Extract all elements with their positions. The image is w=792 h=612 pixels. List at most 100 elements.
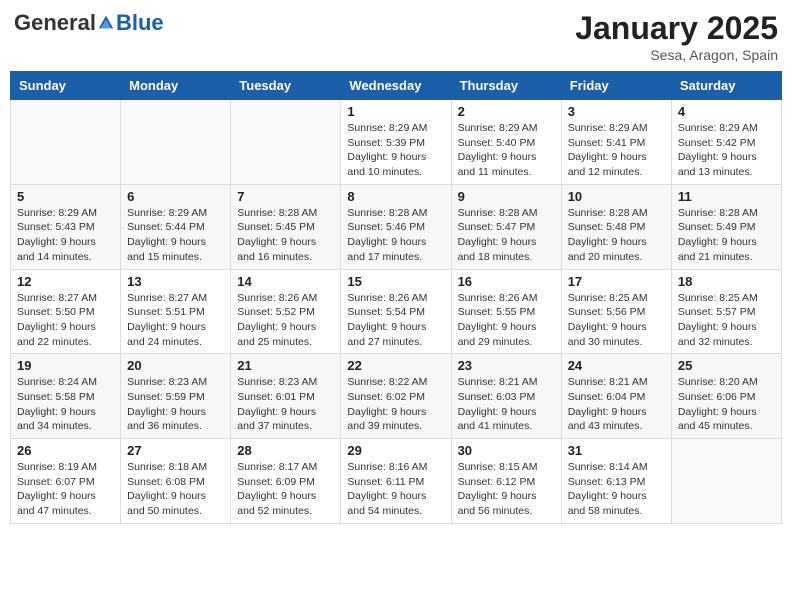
calendar-week-5: 26Sunrise: 8:19 AM Sunset: 6:07 PM Dayli… (11, 439, 782, 524)
day-info: Sunrise: 8:24 AM Sunset: 5:58 PM Dayligh… (17, 375, 114, 434)
day-number: 22 (347, 358, 444, 373)
calendar-cell: 6 Sunrise: 8:29 AM Sunset: 5:44 PM Daylig… (121, 184, 231, 269)
day-number: 31 (568, 443, 665, 458)
day-info: Sunrise: 8:29 AM Sunset: 5:39 PM Dayligh… (347, 121, 444, 180)
day-number: 9 (458, 189, 555, 204)
day-info: Sunrise: 8:22 AM Sunset: 6:02 PM Dayligh… (347, 375, 444, 434)
calendar-cell: 23 Sunrise: 8:21 AM Sunset: 6:03 PM Dayli… (451, 354, 561, 439)
day-number: 29 (347, 443, 444, 458)
calendar-cell: 18 Sunrise: 8:25 AM Sunset: 5:57 PM Dayli… (671, 269, 781, 354)
day-number: 4 (678, 104, 775, 119)
logo-icon (97, 14, 115, 32)
day-info: Sunrise: 8:28 AM Sunset: 5:45 PM Dayligh… (237, 206, 334, 265)
day-number: 20 (127, 358, 224, 373)
page-header: General Blue January 2025 Sesa, Aragon, … (10, 10, 782, 63)
day-info: Sunrise: 8:17 AM Sunset: 6:09 PM Dayligh… (237, 460, 334, 519)
logo-general-text: General (14, 10, 96, 36)
logo: General Blue (14, 10, 164, 36)
calendar-cell (11, 100, 121, 185)
calendar-cell: 15 Sunrise: 8:26 AM Sunset: 5:54 PM Dayli… (341, 269, 451, 354)
day-number: 23 (458, 358, 555, 373)
calendar-cell: 28 Sunrise: 8:17 AM Sunset: 6:09 PM Dayli… (231, 439, 341, 524)
calendar-cell: 19 Sunrise: 8:24 AM Sunset: 5:58 PM Dayli… (11, 354, 121, 439)
day-info: Sunrise: 8:29 AM Sunset: 5:43 PM Dayligh… (17, 206, 114, 265)
calendar-week-2: 5Sunrise: 8:29 AM Sunset: 5:43 PM Daylig… (11, 184, 782, 269)
calendar-cell (121, 100, 231, 185)
day-info: Sunrise: 8:29 AM Sunset: 5:41 PM Dayligh… (568, 121, 665, 180)
day-number: 11 (678, 189, 775, 204)
calendar-cell: 3 Sunrise: 8:29 AM Sunset: 5:41 PM Daylig… (561, 100, 671, 185)
calendar-cell: 25 Sunrise: 8:20 AM Sunset: 6:06 PM Dayli… (671, 354, 781, 439)
day-info: Sunrise: 8:15 AM Sunset: 6:12 PM Dayligh… (458, 460, 555, 519)
day-number: 15 (347, 274, 444, 289)
calendar-cell: 17Sunrise: 8:25 AM Sunset: 5:56 PM Dayli… (561, 269, 671, 354)
day-info: Sunrise: 8:29 AM Sunset: 5:40 PM Dayligh… (458, 121, 555, 180)
day-info: Sunrise: 8:28 AM Sunset: 5:46 PM Dayligh… (347, 206, 444, 265)
calendar-cell: 20 Sunrise: 8:23 AM Sunset: 5:59 PM Dayli… (121, 354, 231, 439)
day-number: 25 (678, 358, 775, 373)
calendar-cell: 26Sunrise: 8:19 AM Sunset: 6:07 PM Dayli… (11, 439, 121, 524)
day-info: Sunrise: 8:14 AM Sunset: 6:13 PM Dayligh… (568, 460, 665, 519)
calendar-cell: 9 Sunrise: 8:28 AM Sunset: 5:47 PM Daylig… (451, 184, 561, 269)
location-text: Sesa, Aragon, Spain (575, 47, 778, 63)
day-number: 21 (237, 358, 334, 373)
calendar-cell: 4 Sunrise: 8:29 AM Sunset: 5:42 PM Daylig… (671, 100, 781, 185)
day-info: Sunrise: 8:26 AM Sunset: 5:54 PM Dayligh… (347, 291, 444, 350)
calendar-header-thursday: Thursday (451, 72, 561, 100)
day-number: 6 (127, 189, 224, 204)
calendar-header-monday: Monday (121, 72, 231, 100)
day-number: 7 (237, 189, 334, 204)
day-info: Sunrise: 8:18 AM Sunset: 6:08 PM Dayligh… (127, 460, 224, 519)
calendar-cell: 31 Sunrise: 8:14 AM Sunset: 6:13 PM Dayli… (561, 439, 671, 524)
day-info: Sunrise: 8:28 AM Sunset: 5:47 PM Dayligh… (458, 206, 555, 265)
day-info: Sunrise: 8:25 AM Sunset: 5:57 PM Dayligh… (678, 291, 775, 350)
calendar-header-row: SundayMondayTuesdayWednesdayThursdayFrid… (11, 72, 782, 100)
day-number: 2 (458, 104, 555, 119)
calendar-cell: 7 Sunrise: 8:28 AM Sunset: 5:45 PM Daylig… (231, 184, 341, 269)
day-info: Sunrise: 8:27 AM Sunset: 5:50 PM Dayligh… (17, 291, 114, 350)
calendar-table: SundayMondayTuesdayWednesdayThursdayFrid… (10, 71, 782, 524)
day-number: 24 (568, 358, 665, 373)
calendar-cell: 10Sunrise: 8:28 AM Sunset: 5:48 PM Dayli… (561, 184, 671, 269)
calendar-week-1: 1Sunrise: 8:29 AM Sunset: 5:39 PM Daylig… (11, 100, 782, 185)
calendar-cell: 12 Sunrise: 8:27 AM Sunset: 5:50 PM Dayli… (11, 269, 121, 354)
calendar-header-friday: Friday (561, 72, 671, 100)
day-info: Sunrise: 8:29 AM Sunset: 5:42 PM Dayligh… (678, 121, 775, 180)
day-number: 26 (17, 443, 114, 458)
day-info: Sunrise: 8:21 AM Sunset: 6:03 PM Dayligh… (458, 375, 555, 434)
calendar-cell: 27 Sunrise: 8:18 AM Sunset: 6:08 PM Dayli… (121, 439, 231, 524)
day-number: 3 (568, 104, 665, 119)
title-area: January 2025 Sesa, Aragon, Spain (575, 10, 778, 63)
day-info: Sunrise: 8:27 AM Sunset: 5:51 PM Dayligh… (127, 291, 224, 350)
calendar-cell: 14 Sunrise: 8:26 AM Sunset: 5:52 PM Dayli… (231, 269, 341, 354)
day-number: 13 (127, 274, 224, 289)
calendar-header-wednesday: Wednesday (341, 72, 451, 100)
day-number: 14 (237, 274, 334, 289)
calendar-cell: 13 Sunrise: 8:27 AM Sunset: 5:51 PM Dayli… (121, 269, 231, 354)
calendar-cell: 8Sunrise: 8:28 AM Sunset: 5:46 PM Daylig… (341, 184, 451, 269)
day-number: 19 (17, 358, 114, 373)
logo-blue-text: Blue (116, 10, 164, 36)
day-info: Sunrise: 8:29 AM Sunset: 5:44 PM Dayligh… (127, 206, 224, 265)
day-info: Sunrise: 8:26 AM Sunset: 5:52 PM Dayligh… (237, 291, 334, 350)
day-number: 12 (17, 274, 114, 289)
day-info: Sunrise: 8:21 AM Sunset: 6:04 PM Dayligh… (568, 375, 665, 434)
day-number: 27 (127, 443, 224, 458)
day-info: Sunrise: 8:16 AM Sunset: 6:11 PM Dayligh… (347, 460, 444, 519)
month-title: January 2025 (575, 10, 778, 47)
calendar-cell: 2 Sunrise: 8:29 AM Sunset: 5:40 PM Daylig… (451, 100, 561, 185)
calendar-cell: 16Sunrise: 8:26 AM Sunset: 5:55 PM Dayli… (451, 269, 561, 354)
day-info: Sunrise: 8:26 AM Sunset: 5:55 PM Dayligh… (458, 291, 555, 350)
calendar-cell: 11Sunrise: 8:28 AM Sunset: 5:49 PM Dayli… (671, 184, 781, 269)
day-number: 28 (237, 443, 334, 458)
day-info: Sunrise: 8:23 AM Sunset: 5:59 PM Dayligh… (127, 375, 224, 434)
calendar-cell: 29 Sunrise: 8:16 AM Sunset: 6:11 PM Dayli… (341, 439, 451, 524)
calendar-cell: 1Sunrise: 8:29 AM Sunset: 5:39 PM Daylig… (341, 100, 451, 185)
day-number: 18 (678, 274, 775, 289)
calendar-cell: 22 Sunrise: 8:22 AM Sunset: 6:02 PM Dayli… (341, 354, 451, 439)
day-info: Sunrise: 8:23 AM Sunset: 6:01 PM Dayligh… (237, 375, 334, 434)
day-info: Sunrise: 8:20 AM Sunset: 6:06 PM Dayligh… (678, 375, 775, 434)
calendar-header-sunday: Sunday (11, 72, 121, 100)
day-info: Sunrise: 8:25 AM Sunset: 5:56 PM Dayligh… (568, 291, 665, 350)
calendar-cell: 21 Sunrise: 8:23 AM Sunset: 6:01 PM Dayli… (231, 354, 341, 439)
